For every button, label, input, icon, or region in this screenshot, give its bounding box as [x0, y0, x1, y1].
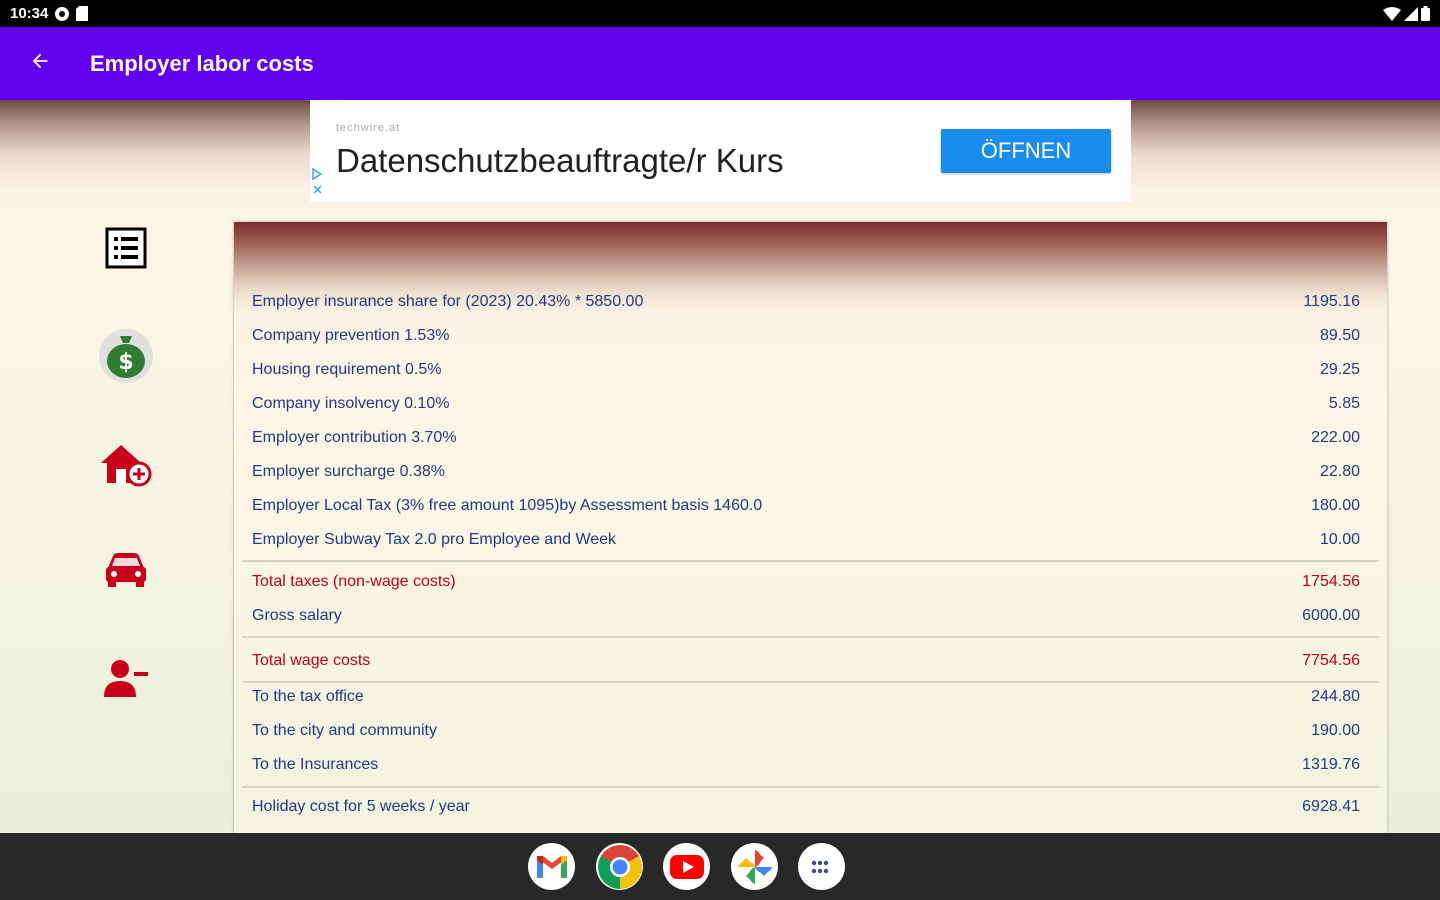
row-label: Company prevention 1.53% — [252, 327, 450, 344]
table-row: Company insolvency 0.10% 5.85 — [234, 388, 1387, 420]
status-time: 10:34 — [10, 5, 49, 22]
ad-banner[interactable]: techwire.at Datenschutzbeauftragte/r Kur… — [310, 100, 1131, 202]
total-taxes-row: Total taxes (non-wage costs) 1754.56 — [234, 566, 1387, 598]
row-value: 1195.16 — [1303, 293, 1360, 310]
gmail-icon[interactable] — [528, 843, 575, 890]
page-title: Employer labor costs — [90, 50, 314, 76]
divider — [242, 636, 1379, 638]
row-value: 89.50 — [1319, 327, 1360, 344]
row-value: 1319.76 — [1302, 756, 1360, 773]
row-label: Employer insurance share for (2023) 20.4… — [252, 293, 644, 310]
row-label: Gross salary — [252, 607, 342, 624]
row-value: 1754.56 — [1302, 573, 1360, 590]
row-value: 222.00 — [1311, 429, 1360, 446]
row-label: Employer Local Tax (3% free amount 1095)… — [252, 497, 763, 514]
row-value: 244.80 — [1311, 688, 1360, 705]
wifi-icon — [1383, 6, 1401, 21]
settings-icon — [54, 6, 70, 22]
list-icon — [105, 227, 147, 274]
back-button[interactable] — [0, 27, 80, 100]
row-label: To the tax office — [252, 688, 364, 705]
table-row: Housing requirement 0.5% 29.25 — [234, 354, 1387, 386]
ad-open-button[interactable]: ÖFFNEN — [941, 129, 1111, 173]
row-label: Holiday cost for 5 weeks / year — [252, 798, 470, 815]
row-value: 180.00 — [1311, 497, 1360, 514]
row-label: Employer contribution 3.70% — [252, 429, 457, 446]
status-bar: 10:34 — [0, 0, 1440, 27]
youtube-icon[interactable] — [663, 843, 710, 890]
row-label: Total wage costs — [252, 652, 371, 669]
row-label: Employer surcharge 0.38% — [252, 463, 445, 480]
nav-money-button[interactable]: $ — [70, 308, 182, 408]
table-row: Employer insurance share for (2023) 20.4… — [234, 286, 1387, 318]
chrome-icon[interactable] — [596, 843, 643, 890]
row-label: Total taxes (non-wage costs) — [252, 573, 456, 590]
money-bag-icon: $ — [98, 328, 154, 389]
divider — [242, 786, 1379, 788]
svg-text:$: $ — [118, 350, 133, 375]
row-value: 6928.41 — [1302, 798, 1360, 815]
table-row: Employer contribution 3.70% 222.00 — [234, 422, 1387, 454]
ad-choices-icon[interactable] — [312, 167, 324, 197]
signal-icon — [1404, 6, 1418, 21]
table-row: Company prevention 1.53% 89.50 — [234, 320, 1387, 352]
battery-icon — [1421, 6, 1430, 21]
photos-icon[interactable] — [731, 843, 778, 890]
row-label: Housing requirement 0.5% — [252, 361, 442, 378]
system-dock — [0, 833, 1440, 900]
row-value: 22.80 — [1319, 463, 1360, 480]
table-row: Employer Local Tax (3% free amount 1095)… — [234, 490, 1387, 522]
table-row: Gross salary 6000.00 — [234, 600, 1387, 632]
nav-housing-button[interactable] — [70, 416, 182, 516]
car-icon — [104, 550, 148, 595]
ad-sponsor: techwire.at — [336, 122, 401, 134]
row-label: To the city and community — [252, 722, 437, 739]
row-value: 6000.00 — [1302, 607, 1360, 624]
app-drawer-icon[interactable] — [798, 843, 845, 890]
arrow-back-icon — [29, 50, 51, 77]
row-value: 7754.56 — [1302, 652, 1360, 669]
app-bar: Employer labor costs — [0, 27, 1440, 100]
row-value: 29.25 — [1319, 361, 1360, 378]
row-label: Company insolvency 0.10% — [252, 395, 450, 412]
cost-table: Employer insurance share for (2023) 20.4… — [234, 222, 1387, 833]
total-wage-costs-row: Total wage costs 7754.56 — [234, 645, 1387, 677]
table-row: Holiday cost for 5 weeks / year 6928.41 — [234, 791, 1387, 823]
nav-car-button[interactable] — [70, 522, 182, 622]
row-label: To the Insurances — [252, 756, 379, 773]
user-remove-icon — [102, 657, 150, 704]
row-value: 190.00 — [1311, 722, 1360, 739]
row-value: 10.00 — [1319, 531, 1360, 548]
table-row: Employer Subway Tax 2.0 pro Employee and… — [234, 524, 1387, 556]
table-row: To the Insurances 1319.76 — [234, 749, 1387, 781]
table-row: To the tax office 244.80 — [234, 681, 1387, 713]
row-label: Employer Subway Tax 2.0 pro Employee and… — [252, 531, 617, 548]
ad-headline[interactable]: Datenschutzbeauftragte/r Kurs — [336, 142, 784, 180]
table-row: To the city and community 190.00 — [234, 715, 1387, 747]
table-row: Employer surcharge 0.38% 22.80 — [234, 456, 1387, 488]
divider — [242, 560, 1379, 562]
nav-list-button[interactable] — [70, 200, 182, 300]
nav-employee-button[interactable] — [70, 630, 182, 730]
row-value: 5.85 — [1328, 395, 1360, 412]
home-add-icon — [99, 441, 153, 492]
side-nav: $ — [70, 200, 182, 760]
sd-card-icon — [76, 6, 89, 21]
